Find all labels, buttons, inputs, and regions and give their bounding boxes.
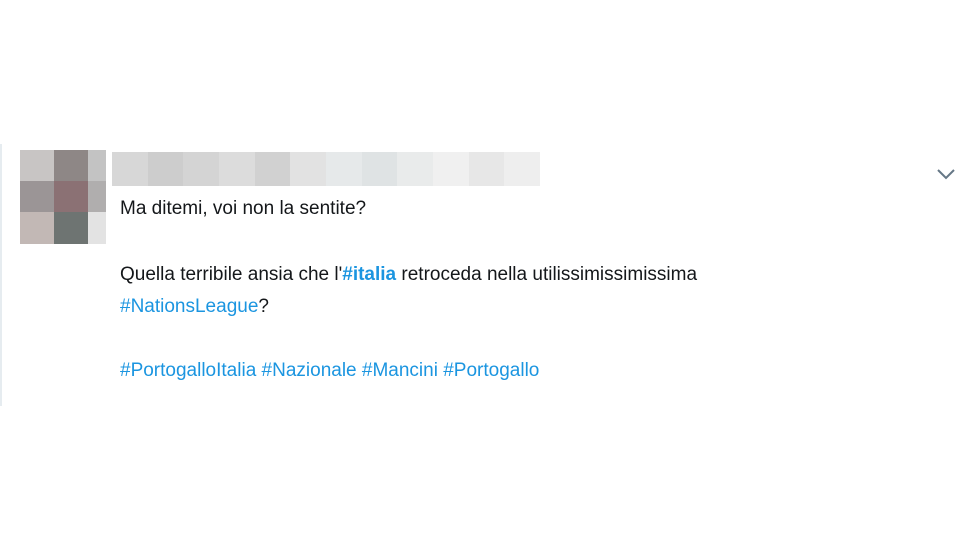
hashtag-nationsleague[interactable]: #NationsLeague xyxy=(120,296,258,317)
hashtag-italia[interactable]: #italia xyxy=(342,264,396,285)
tweet[interactable]: Ma ditemi, voi non la sentite? Quella te… xyxy=(0,144,978,406)
tweet-text-line-2: Quella terribile ansia che l'#italia ret… xyxy=(120,258,697,292)
hashtag-nazionale[interactable]: #Nazionale xyxy=(262,360,357,381)
username-blurred[interactable] xyxy=(112,152,541,186)
tweet-hashtags-line: #PortogalloItalia #Nazionale #Mancini #P… xyxy=(120,354,539,388)
tweet-text-question: ? xyxy=(258,296,269,317)
hashtag-portogalloitalia[interactable]: #PortogalloItalia xyxy=(120,360,256,381)
tweet-text-suffix: retroceda nella utilissimissimissima xyxy=(396,264,698,285)
chevron-down-icon[interactable] xyxy=(934,164,958,184)
tweet-text-line-3: #NationsLeague? xyxy=(120,290,269,324)
avatar[interactable] xyxy=(20,150,106,244)
tweet-text-prefix: Quella terribile ansia che l' xyxy=(120,264,343,285)
tweet-text-line-1: Ma ditemi, voi non la sentite? xyxy=(120,198,367,219)
hashtag-mancini[interactable]: #Mancini xyxy=(362,360,438,381)
hashtag-portogallo[interactable]: #Portogallo xyxy=(443,360,539,381)
